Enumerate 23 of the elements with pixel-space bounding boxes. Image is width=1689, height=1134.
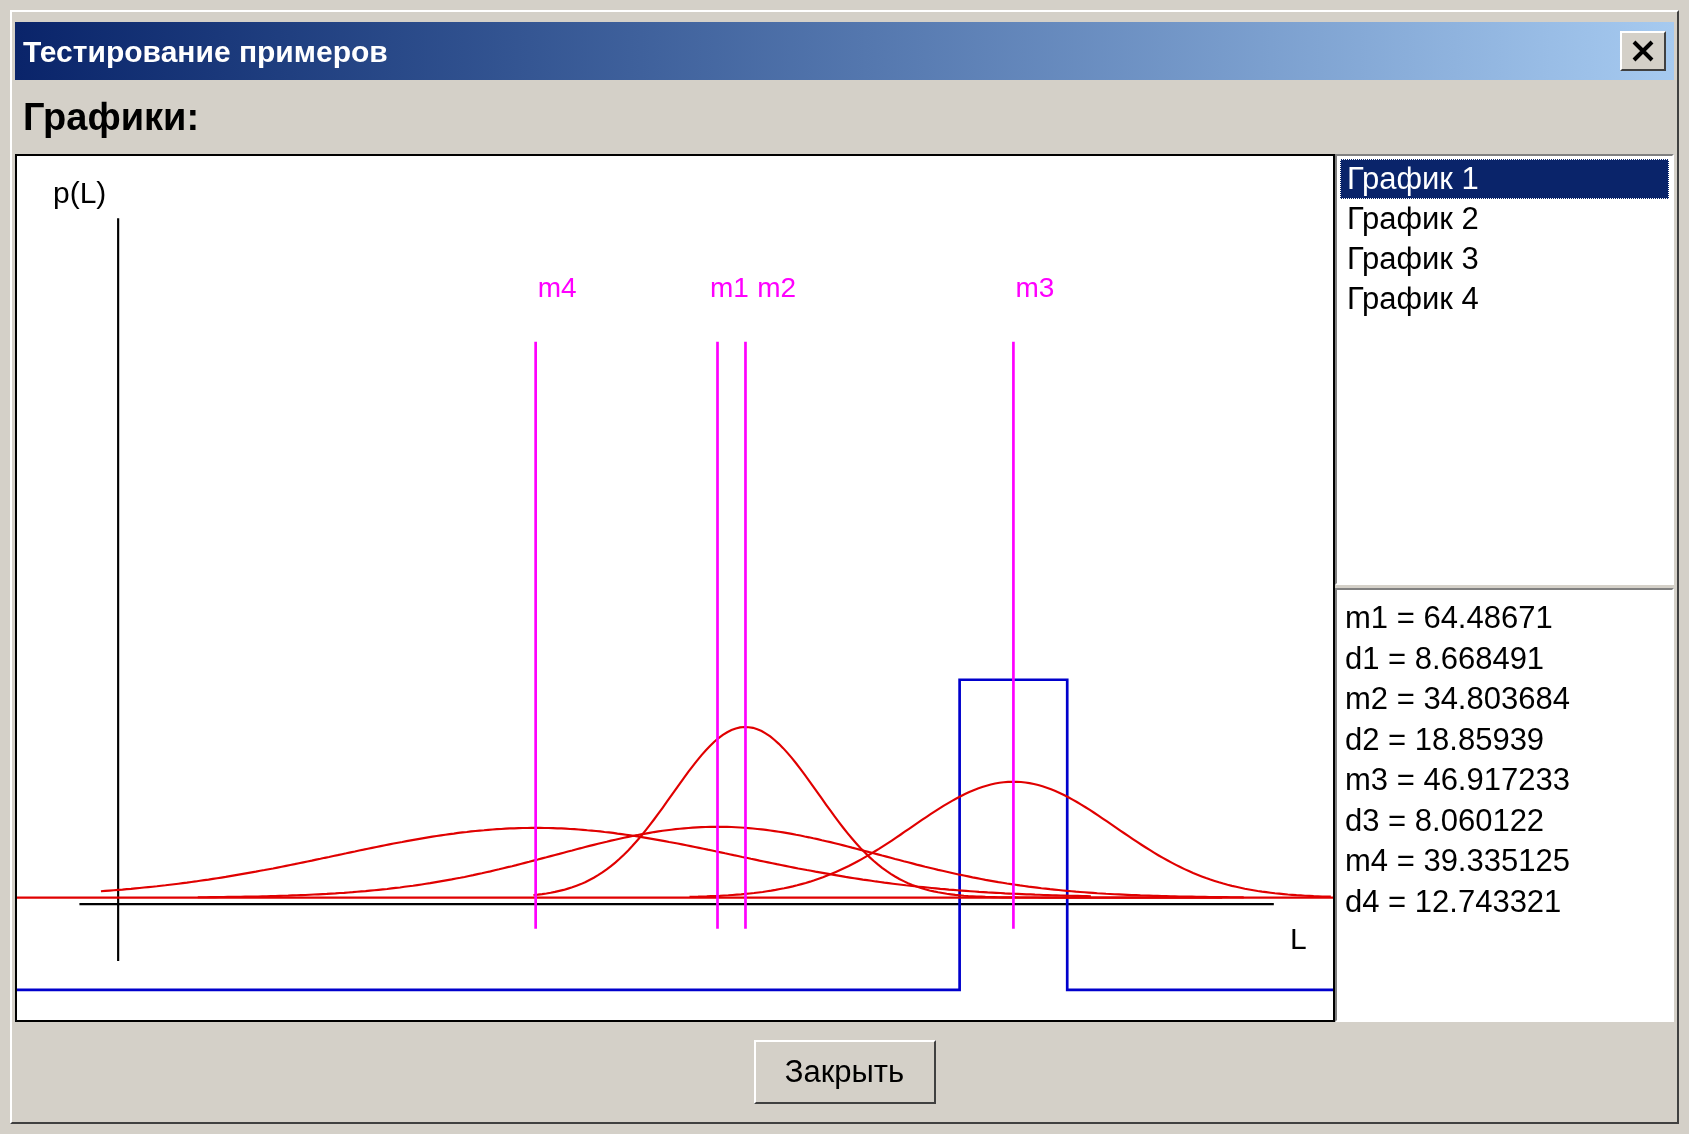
- marker-label: m3: [1015, 274, 1055, 302]
- marker-label: m1: [709, 274, 749, 302]
- marker-label: m2: [757, 274, 797, 302]
- section-heading: Графики:: [23, 94, 200, 140]
- stat-line: m4 = 39.335125: [1345, 842, 1571, 880]
- stat-line: m3 = 46.917233: [1345, 761, 1571, 799]
- y-axis-label: p(L): [53, 175, 107, 211]
- stat-line: d4 = 12.743321: [1345, 882, 1563, 921]
- marker-label: m4: [537, 274, 577, 302]
- close-dialog-button[interactable]: Закрыть: [753, 1040, 936, 1104]
- list-item[interactable]: График 4: [1340, 279, 1669, 319]
- list-item[interactable]: График 3: [1340, 239, 1669, 279]
- stat-line: d3 = 8.060122: [1345, 801, 1546, 840]
- window-title: Тестирование примеров: [23, 33, 388, 70]
- stat-line: d1 = 8.668491: [1345, 639, 1546, 678]
- list-item[interactable]: График 1: [1340, 159, 1669, 199]
- stat-line: m1 = 64.48671: [1345, 599, 1554, 637]
- close-icon: [1631, 39, 1655, 63]
- list-item[interactable]: График 2: [1340, 199, 1669, 239]
- stat-line: d2 = 18.85939: [1345, 720, 1546, 759]
- stat-line: m2 = 34.803684: [1345, 680, 1571, 718]
- close-button[interactable]: [1620, 31, 1666, 71]
- x-axis-label: L: [1290, 921, 1307, 957]
